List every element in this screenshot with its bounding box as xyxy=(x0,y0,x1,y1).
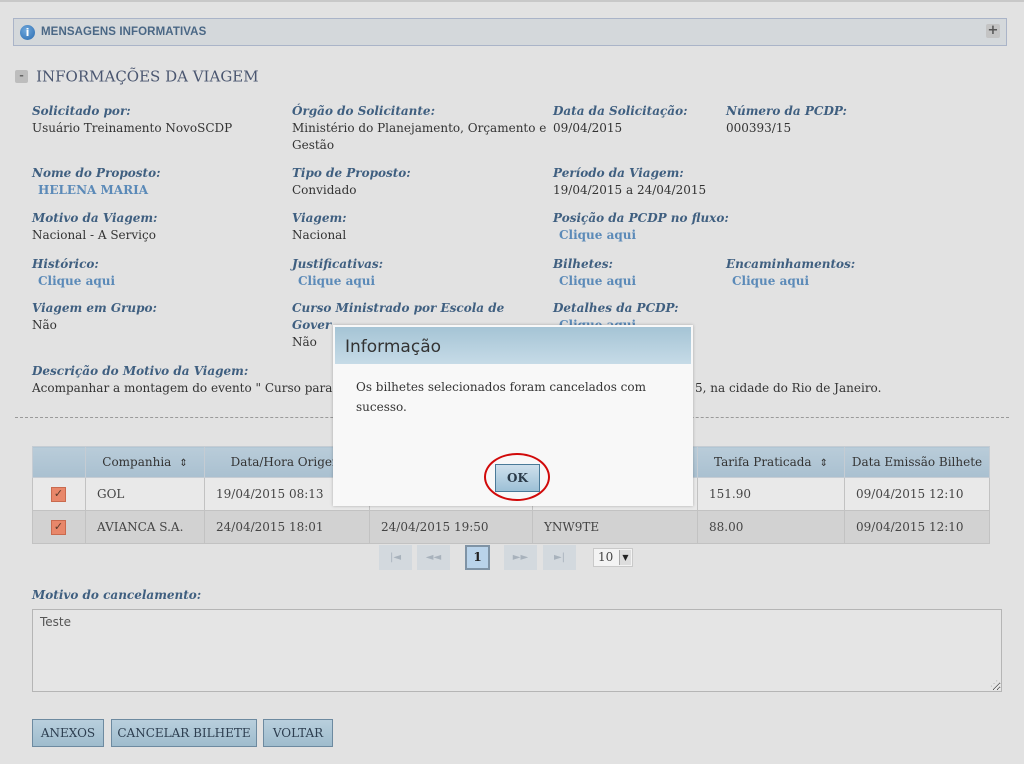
field-value: Usuário Treinamento NovoSCDP xyxy=(32,121,233,135)
field-value: 09/04/2015 xyxy=(553,121,623,135)
field-value: 19/04/2015 a 24/04/2015 xyxy=(553,183,707,197)
historico-link[interactable]: Clique aqui xyxy=(32,273,115,290)
field-label: Data da Solicitação: xyxy=(553,104,688,118)
field-label: Período da Viagem: xyxy=(553,166,684,180)
justificativas-link[interactable]: Clique aqui xyxy=(292,273,383,290)
cell-companhia: AVIANCA S.A. xyxy=(85,510,205,544)
col-tarifa[interactable]: Tarifa Praticada ⇕ xyxy=(697,446,845,478)
field-label: Detalhes da PCDP: xyxy=(553,301,679,315)
field-label: Bilhetes: xyxy=(553,257,613,271)
field-label: Posição da PCDP no fluxo: xyxy=(553,211,729,225)
info-dialog: Informação Os bilhetes selecionados fora… xyxy=(333,325,693,506)
cell-companhia: GOL xyxy=(85,477,205,511)
field-label: Solicitado por: xyxy=(32,104,131,118)
field-viagem-grupo: Viagem em Grupo: Não xyxy=(32,300,157,334)
sort-icon[interactable]: ⇕ xyxy=(179,458,187,469)
field-periodo: Período da Viagem: 19/04/2015 a 24/04/20… xyxy=(553,165,706,199)
field-label: Órgão do Solicitante: xyxy=(292,104,435,118)
field-label: Encaminhamentos: xyxy=(726,257,856,271)
col-companhia[interactable]: Companhia ⇕ xyxy=(85,446,205,478)
field-numero-pcdp: Número da PCDP: 000393/15 xyxy=(726,103,847,137)
current-page[interactable]: 1 xyxy=(465,545,490,570)
field-encaminhamentos: Encaminhamentos: Clique aqui xyxy=(726,256,855,290)
proposto-name-link[interactable]: HELENA MARIA xyxy=(32,182,161,199)
checkbox-checked-icon[interactable]: ✓ xyxy=(51,520,66,535)
cell-tarifa: 151.90 xyxy=(697,477,845,511)
messages-panel: i MENSAGENS INFORMATIVAS + xyxy=(13,18,1007,46)
resize-grip-icon[interactable]: ⋰ xyxy=(990,679,998,688)
cancel-reason-label: Motivo do cancelamento: xyxy=(32,588,202,602)
field-bilhetes: Bilhetes: Clique aqui xyxy=(553,256,636,290)
chevron-down-icon[interactable]: ▼ xyxy=(619,550,631,565)
first-page-button[interactable]: |◄ xyxy=(379,545,412,570)
field-motivo: Motivo da Viagem: Nacional - A Serviço xyxy=(32,210,157,244)
ok-button[interactable]: OK xyxy=(495,464,540,492)
col-data-emissao[interactable]: Data Emissão Bilhete xyxy=(844,446,990,478)
field-label: Número da PCDP: xyxy=(726,104,847,118)
field-justificativas: Justificativas: Clique aqui xyxy=(292,256,383,290)
cell-localizador: YNW9TE xyxy=(532,510,698,544)
encaminhamentos-link[interactable]: Clique aqui xyxy=(726,273,855,290)
cancel-reason-value: Teste xyxy=(40,615,72,629)
field-posicao: Posição da PCDP no fluxo: Clique aqui xyxy=(553,210,729,244)
collapse-icon[interactable]: - xyxy=(15,70,28,83)
checkbox-checked-icon[interactable]: ✓ xyxy=(51,487,66,502)
field-value: Ministério do Planejamento, Orçamento e xyxy=(292,121,547,135)
section-title: INFORMAÇÕES DA VIAGEM xyxy=(36,67,259,86)
field-value: Não xyxy=(32,318,57,332)
field-label: Curso Ministrado por Escola de xyxy=(292,301,505,315)
cell-tarifa: 88.00 xyxy=(697,510,845,544)
info-icon: i xyxy=(20,25,35,40)
top-border xyxy=(0,0,1024,2)
field-value: Nacional xyxy=(292,228,347,242)
dialog-title: Informação xyxy=(345,337,442,357)
field-label: Histórico: xyxy=(32,257,99,271)
field-label: Nome do Proposto: xyxy=(32,166,161,180)
cell-origem: 24/04/2015 18:01 xyxy=(204,510,370,544)
descricao-text-left: Acompanhar a montagem do evento " Curso … xyxy=(32,381,350,395)
page-size-select[interactable]: 10 ▼ xyxy=(593,548,633,567)
dialog-header[interactable]: Informação xyxy=(335,327,691,364)
field-label: Viagem: xyxy=(292,211,347,225)
field-historico: Histórico: Clique aqui xyxy=(32,256,115,290)
voltar-button[interactable]: VOLTAR xyxy=(263,719,333,747)
field-value: 000393/15 xyxy=(726,121,792,135)
table-row[interactable]: ✓ AVIANCA S.A. 24/04/2015 18:01 24/04/20… xyxy=(32,510,990,544)
cancelar-bilhete-button[interactable]: CANCELAR BILHETE xyxy=(111,719,257,747)
field-label: Motivo da Viagem: xyxy=(32,211,158,225)
field-value: Nacional - A Serviço xyxy=(32,228,156,242)
row-select-cell[interactable]: ✓ xyxy=(32,510,86,544)
cell-emissao: 09/04/2015 12:10 xyxy=(844,477,990,511)
bilhetes-link[interactable]: Clique aqui xyxy=(553,273,636,290)
field-viagem: Viagem: Nacional xyxy=(292,210,347,244)
field-label: Viagem em Grupo: xyxy=(32,301,157,315)
field-tipo-proposto: Tipo de Proposto: Convidado xyxy=(292,165,411,199)
field-label: Justificativas: xyxy=(292,257,384,271)
field-data-solicitacao: Data da Solicitação: 09/04/2015 xyxy=(553,103,688,137)
posicao-link[interactable]: Clique aqui xyxy=(553,227,729,244)
expand-icon[interactable]: + xyxy=(986,24,1000,38)
section-header: - INFORMAÇÕES DA VIAGEM xyxy=(15,66,259,86)
next-page-button[interactable]: ►► xyxy=(504,545,537,570)
field-label: Tipo de Proposto: xyxy=(292,166,411,180)
cell-emissao: 09/04/2015 12:10 xyxy=(844,510,990,544)
cancel-reason-textarea[interactable]: Teste ⋰ xyxy=(32,609,1002,692)
dialog-message: Os bilhetes selecionados foram cancelado… xyxy=(356,380,647,414)
field-solicitado-por: Solicitado por: Usuário Treinamento Novo… xyxy=(32,103,232,137)
messages-panel-title: MENSAGENS INFORMATIVAS xyxy=(41,26,207,38)
descricao-text-right: 5, na cidade do Rio de Janeiro. xyxy=(695,381,882,395)
col-select xyxy=(32,446,86,478)
row-select-cell[interactable]: ✓ xyxy=(32,477,86,511)
page-size-value: 10 xyxy=(598,550,614,564)
last-page-button[interactable]: ►| xyxy=(543,545,576,570)
anexos-button[interactable]: ANEXOS xyxy=(32,719,104,747)
prev-page-button[interactable]: ◄◄ xyxy=(417,545,450,570)
field-value: Convidado xyxy=(292,183,357,197)
sort-icon[interactable]: ⇕ xyxy=(820,458,828,469)
cell-destino: 24/04/2015 19:50 xyxy=(369,510,533,544)
field-nome-proposto: Nome do Proposto: HELENA MARIA xyxy=(32,165,161,199)
field-orgao: Órgão do Solicitante: Ministério do Plan… xyxy=(292,103,546,154)
field-value-cont: Gestão xyxy=(292,138,335,152)
